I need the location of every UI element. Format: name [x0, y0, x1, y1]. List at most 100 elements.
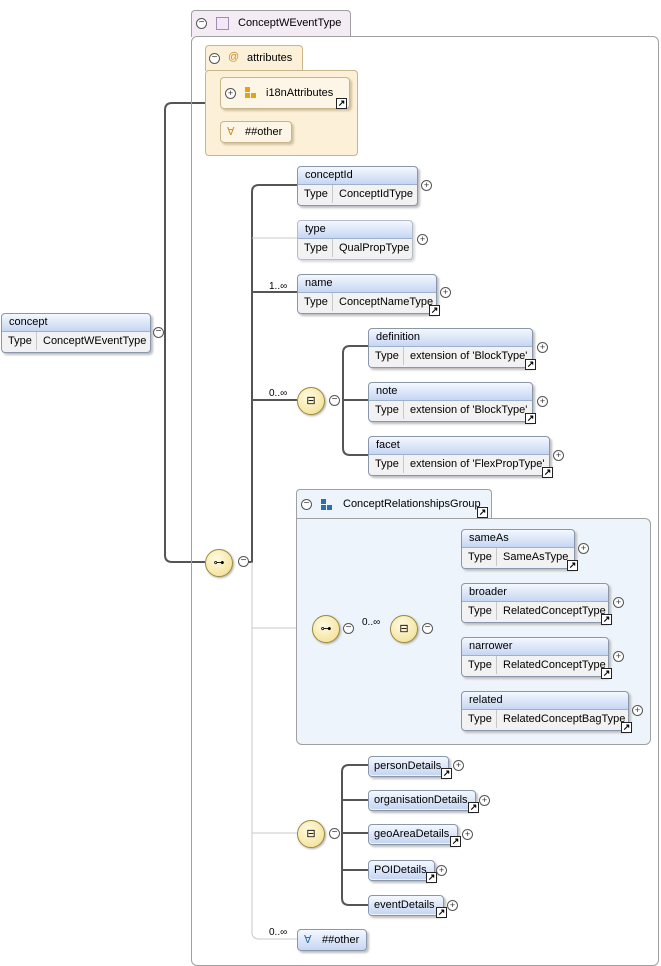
element-type-row: Type extension of 'BlockType': [369, 347, 532, 365]
any-attribute-label: ##other: [245, 126, 283, 138]
collapse-icon[interactable]: −: [329, 828, 340, 839]
collapse-icon[interactable]: −: [301, 499, 312, 510]
element-name: broader: [462, 584, 608, 602]
any-attribute[interactable]: ∀ ##other: [220, 121, 292, 143]
group-tab: − ConceptRelationshipsGroup ↗: [296, 489, 492, 519]
reference-arrow-icon: ↗: [542, 467, 553, 478]
collapse-icon[interactable]: −: [238, 556, 249, 567]
attribute-group-i18n[interactable]: + i18nAttributes ↗: [220, 77, 350, 109]
element-narrower[interactable]: narrower Type RelatedConceptType ↗: [461, 637, 612, 679]
expand-icon[interactable]: +: [421, 180, 432, 191]
element-type[interactable]: type Type QualPropType: [297, 220, 413, 260]
element-name: facet: [369, 437, 549, 455]
root-element-concept[interactable]: concept Type ConceptWEventType: [1, 313, 151, 353]
any-element-label: ##other: [322, 934, 360, 946]
collapse-icon[interactable]: −: [343, 623, 354, 634]
sequence-compositor-icon[interactable]: ⊶: [205, 549, 233, 577]
attributes-panel: + i18nAttributes ↗ ∀ ##other: [205, 70, 358, 156]
element-note[interactable]: note Type extension of 'BlockType' ↗: [368, 382, 536, 424]
element-name[interactable]: name Type ConceptNameType ↗: [297, 274, 440, 316]
element-facet[interactable]: facet Type extension of 'FlexPropType' ↗: [368, 436, 553, 478]
cardinality-name: 1..∞: [269, 281, 288, 292]
type-label: Type: [462, 656, 497, 674]
reference-arrow-icon: ↗: [429, 305, 440, 316]
type-value: ConceptWEventType: [43, 335, 147, 347]
element-broader[interactable]: broader Type RelatedConceptType ↗: [461, 583, 612, 625]
collapse-icon[interactable]: −: [153, 327, 164, 338]
element-organisationDetails[interactable]: organisationDetails ↗: [368, 790, 479, 813]
element-related[interactable]: related Type RelatedConceptBagType ↗: [461, 691, 632, 733]
collapse-icon[interactable]: −: [209, 53, 220, 64]
complex-type-tab: − ConceptWEventType: [191, 10, 351, 37]
wildcard-icon: ∀: [227, 126, 235, 138]
expand-icon[interactable]: +: [462, 829, 473, 840]
choice-compositor-icon[interactable]: ⊟: [297, 387, 325, 415]
wildcard-icon: ∀: [304, 934, 312, 946]
element-geoAreaDetails[interactable]: geoAreaDetails ↗: [368, 824, 461, 847]
element-personDetails[interactable]: personDetails ↗: [368, 756, 452, 779]
choice-compositor-icon[interactable]: ⊟: [297, 820, 325, 848]
type-value: extension of 'BlockType': [410, 404, 528, 416]
element-type-row: Type QualPropType: [298, 239, 412, 257]
type-label: Type: [298, 293, 333, 311]
type-label: Type: [462, 548, 497, 566]
collapse-icon[interactable]: −: [422, 623, 433, 634]
expand-icon[interactable]: +: [613, 597, 624, 608]
reference-arrow-icon: ↗: [436, 907, 447, 918]
element-type-row: Type extension of 'BlockType': [369, 401, 532, 419]
sequence-compositor-icon[interactable]: ⊶: [312, 615, 340, 643]
reference-arrow-icon: ↗: [525, 413, 536, 424]
expand-icon[interactable]: +: [440, 287, 451, 298]
expand-icon[interactable]: +: [553, 450, 564, 461]
type-label: Type: [2, 332, 37, 350]
expand-icon[interactable]: +: [613, 651, 624, 662]
expand-icon[interactable]: +: [479, 795, 490, 806]
element-conceptId[interactable]: conceptId Type ConceptIdType: [297, 166, 418, 206]
element-name: POIDetails: [369, 861, 434, 879]
attribute-group-name: i18nAttributes: [266, 87, 334, 99]
any-element[interactable]: ∀ ##other: [297, 929, 367, 951]
type-value: ConceptIdType: [339, 188, 413, 200]
expand-icon[interactable]: +: [537, 396, 548, 407]
cardinality-group: 0..∞: [362, 617, 381, 628]
element-eventDetails[interactable]: eventDetails ↗: [368, 895, 447, 918]
element-name: personDetails: [369, 757, 448, 775]
expand-icon[interactable]: +: [578, 543, 589, 554]
expand-icon[interactable]: +: [436, 865, 447, 876]
element-name: note: [369, 383, 532, 401]
element-name: eventDetails: [369, 896, 443, 914]
expand-icon[interactable]: +: [417, 234, 428, 245]
choice-compositor-icon[interactable]: ⊟: [390, 615, 418, 643]
reference-arrow-icon: ↗: [621, 722, 632, 733]
element-name: related: [462, 692, 628, 710]
reference-arrow-icon: ↗: [477, 507, 488, 518]
element-definition[interactable]: definition Type extension of 'BlockType' …: [368, 328, 536, 370]
expand-icon[interactable]: +: [537, 342, 548, 353]
collapse-icon[interactable]: −: [196, 18, 207, 29]
element-name: organisationDetails: [369, 791, 475, 809]
expand-icon[interactable]: +: [453, 760, 464, 771]
element-name-label: name: [298, 275, 436, 293]
attribute-group-icon: [245, 87, 257, 99]
type-label: Type: [462, 602, 497, 620]
at-icon: @: [228, 51, 240, 63]
type-value: RelatedConceptType: [503, 659, 606, 671]
element-name: geoAreaDetails: [369, 825, 457, 843]
type-label: Type: [369, 347, 404, 365]
type-label: Type: [369, 455, 404, 473]
type-value: RelatedConceptType: [503, 605, 606, 617]
reference-arrow-icon: ↗: [601, 668, 612, 679]
expand-icon[interactable]: +: [447, 900, 458, 911]
element-POIDetails[interactable]: POIDetails ↗: [368, 860, 437, 883]
element-type-row: Type SameAsType: [462, 548, 574, 566]
cardinality-choice: 0..∞: [269, 388, 288, 399]
collapse-icon[interactable]: −: [329, 395, 340, 406]
element-sameAs[interactable]: sameAs Type SameAsType ↗: [461, 529, 578, 571]
expand-icon[interactable]: +: [225, 88, 236, 99]
type-value: SameAsType: [503, 551, 569, 563]
expand-icon[interactable]: +: [632, 705, 643, 716]
type-value: extension of 'BlockType': [410, 350, 528, 362]
element-type-row: Type ConceptIdType: [298, 185, 417, 203]
group-icon: [321, 499, 333, 511]
type-value: extension of 'FlexPropType': [410, 458, 545, 470]
